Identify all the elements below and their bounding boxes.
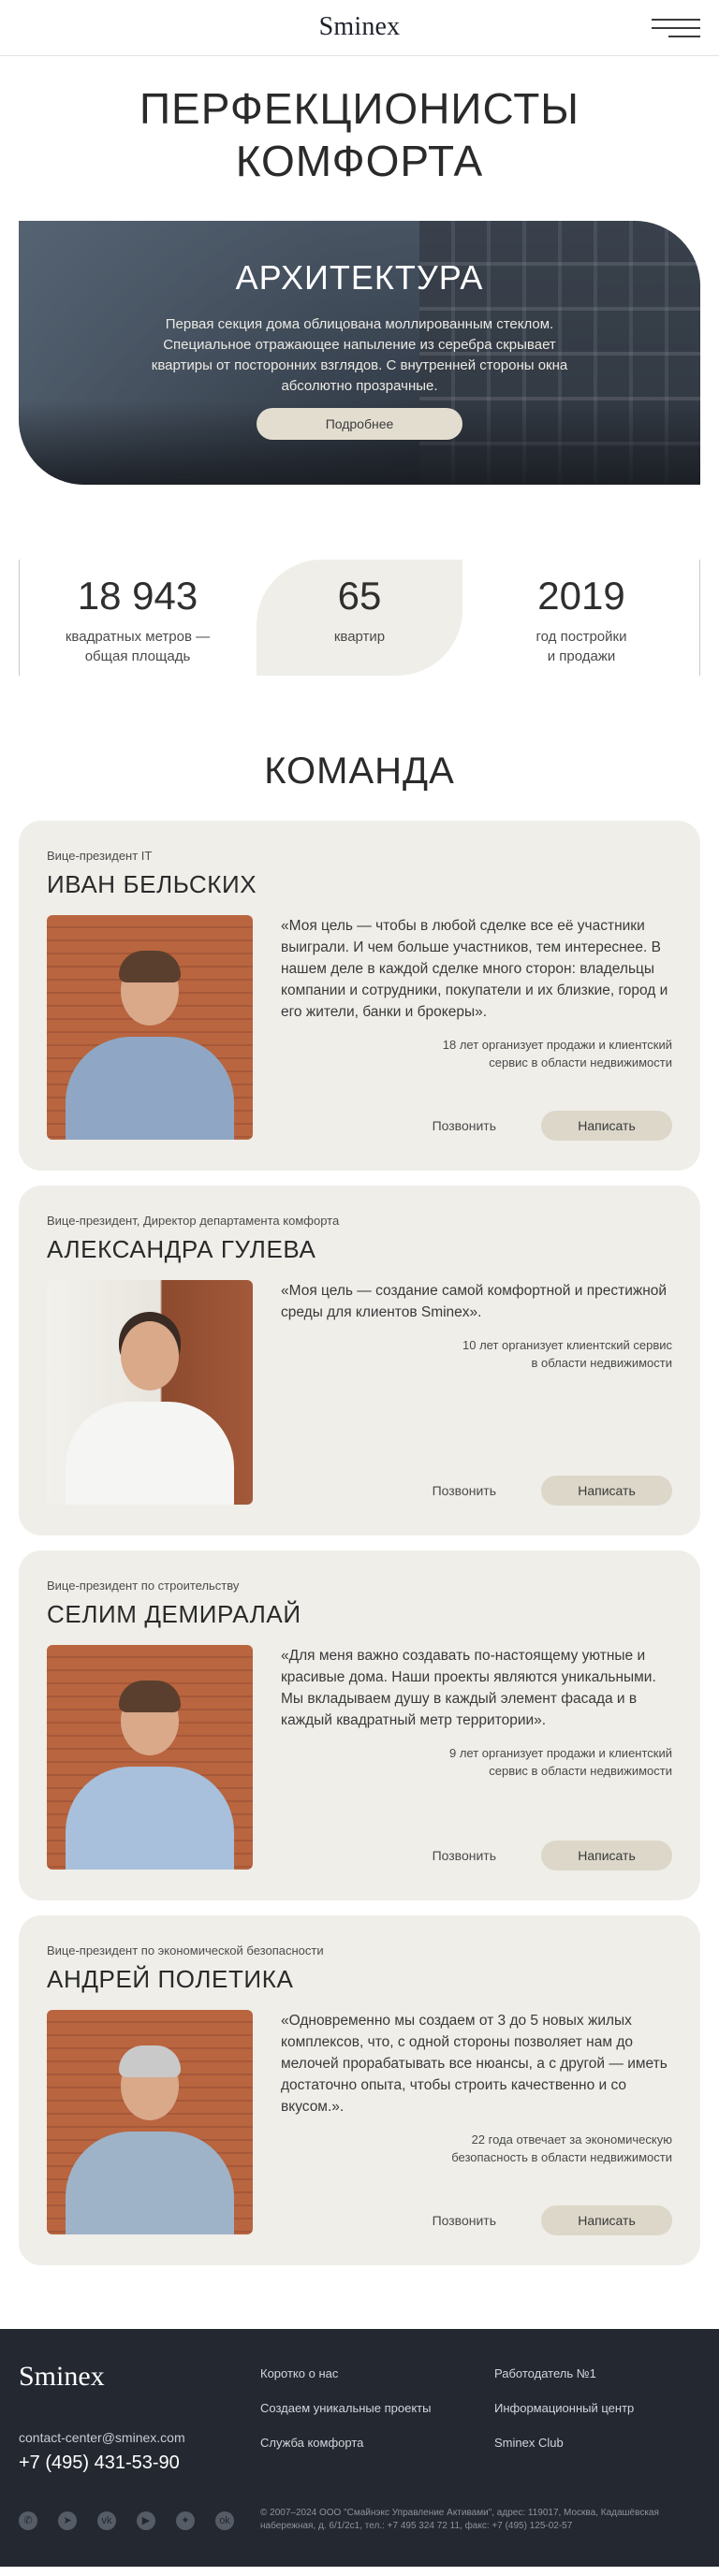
page-title: ПЕРФЕКЦИОНИСТЫ КОМФОРТА [0, 82, 719, 187]
member-photo [47, 915, 253, 1140]
telegram-icon[interactable]: ➤ [58, 2511, 77, 2530]
footer-nav-column: Работодатель №1 Информационный центр Smi… [494, 2366, 634, 2470]
member-role: Вице-президент по экономической безопасн… [47, 1943, 324, 1957]
stats-block: 18 943 квадратных метров — общая площадь… [19, 560, 700, 676]
member-name: СЕЛИМ ДЕМИРАЛАЙ [47, 1600, 301, 1628]
member-experience: 9 лет организует продажи и клиентский [449, 1746, 672, 1760]
member-experience: 18 лет организует продажи и клиентский [442, 1038, 672, 1052]
architecture-hero: АРХИТЕКТУРА Первая секция дома облицован… [19, 221, 700, 485]
member-photo [47, 2010, 253, 2234]
footer-link-projects[interactable]: Создаем уникальные проекты [260, 2401, 431, 2415]
member-photo [47, 1280, 253, 1505]
ok-icon[interactable]: ok [215, 2511, 234, 2530]
stat-apartments: 65 квартир [257, 560, 462, 676]
stat-label: и продажи [547, 648, 616, 664]
footer-email-link[interactable]: contact-center@sminex.com [19, 2430, 185, 2445]
page-title-line-1: ПЕРФЕКЦИОНИСТЫ [139, 84, 580, 133]
stat-label: квартир [333, 629, 386, 645]
divider [19, 560, 20, 676]
member-quote: «Моя цель — создание самой комфортной и … [281, 1283, 668, 1320]
social-links: ✆ ➤ vk ▶ ✦ ok [19, 2511, 255, 2530]
stat-label: общая площадь [84, 648, 191, 664]
member-name: АЛЕКСАНДРА ГУЛЕВА [47, 1235, 316, 1263]
footer-logo[interactable]: Sminex [19, 2361, 105, 2393]
stat-label: год постройки [536, 629, 627, 645]
vk-icon[interactable]: vk [97, 2511, 116, 2530]
write-button[interactable]: Написать [541, 1841, 672, 1870]
call-button[interactable]: Позвонить [433, 1118, 496, 1133]
logo[interactable]: Sminex [0, 12, 719, 42]
member-experience: сервис в области недвижимости [489, 1764, 672, 1778]
stat-area: 18 943 квадратных метров — общая площадь [19, 560, 257, 676]
member-role: Вице-президент IT [47, 849, 153, 863]
member-photo [47, 1645, 253, 1870]
site-header: Sminex [0, 0, 719, 56]
member-quote: «Одновременно мы создаем от 3 до 5 новых… [281, 2013, 668, 2115]
member-experience: сервис в области недвижимости [489, 1055, 672, 1070]
member-quote: «Для меня важно создавать по-настоящему … [281, 1648, 656, 1728]
stat-year: 2019 год постройки и продажи [462, 560, 700, 676]
stat-number: 18 943 [77, 574, 198, 618]
stat-number: 2019 [537, 574, 625, 618]
member-quote: «Моя цель — чтобы в любой сделке все её … [281, 918, 668, 1020]
member-role: Вице-президент по строительству [47, 1579, 240, 1593]
footer-link-about[interactable]: Коротко о нас [260, 2366, 431, 2380]
team-title: КОМАНДА [264, 750, 455, 792]
member-name: ИВАН БЕЛЬСКИХ [47, 870, 257, 898]
call-button[interactable]: Позвонить [433, 2213, 496, 2228]
whatsapp-icon[interactable]: ✆ [19, 2511, 37, 2530]
hero-title: АРХИТЕКТУРА [235, 258, 484, 297]
write-button[interactable]: Написать [541, 1476, 672, 1506]
member-experience: в области недвижимости [531, 1356, 672, 1370]
call-button[interactable]: Позвонить [433, 1848, 496, 1863]
youtube-icon[interactable]: ▶ [137, 2511, 155, 2530]
site-footer: Sminex contact-center@sminex.com +7 (495… [0, 2329, 719, 2567]
member-role: Вице-президент, Директор департамента ко… [47, 1214, 340, 1228]
burger-menu-icon[interactable] [652, 17, 700, 39]
stat-number: 65 [337, 574, 382, 618]
dzen-icon[interactable]: ✦ [176, 2511, 195, 2530]
write-button[interactable]: Написать [541, 2205, 672, 2235]
footer-link-employer[interactable]: Работодатель №1 [494, 2366, 634, 2380]
footer-link-club[interactable]: Sminex Club [494, 2436, 634, 2450]
legal-text: © 2007–2024 ООО "Смайнэкс Управление Акт… [260, 2508, 659, 2531]
call-button[interactable]: Позвонить [433, 1483, 496, 1498]
member-experience: 22 года отвечает за экономическую [471, 2132, 672, 2147]
member-name: АНДРЕЙ ПОЛЕТИКА [47, 1965, 294, 1993]
more-button[interactable]: Подробнее [257, 408, 462, 440]
member-experience: 10 лет организует клиентский сервис [462, 1338, 672, 1352]
write-button[interactable]: Написать [541, 1111, 672, 1141]
page-title-line-2: КОМФОРТА [235, 137, 484, 185]
team-list: Вице-президент IT ИВАН БЕЛЬСКИХ «Моя цел… [19, 821, 700, 2265]
team-card: Вице-президент IT ИВАН БЕЛЬСКИХ «Моя цел… [19, 821, 700, 1171]
member-experience: безопасность в области недвижимости [451, 2150, 672, 2164]
team-card: Вице-президент по строительству СЕЛИМ ДЕ… [19, 1550, 700, 1900]
hero-text: Первая секция дома облицована моллирован… [151, 316, 568, 394]
footer-phone-link[interactable]: +7 (495) 431-53-90 [19, 2452, 180, 2474]
footer-link-info-center[interactable]: Информационный центр [494, 2401, 634, 2415]
team-card: Вице-президент, Директор департамента ко… [19, 1186, 700, 1535]
team-card: Вице-президент по экономической безопасн… [19, 1915, 700, 2265]
divider [699, 560, 700, 676]
footer-link-comfort[interactable]: Служба комфорта [260, 2436, 431, 2450]
stat-label: квадратных метров — [65, 629, 211, 645]
footer-nav-column: Коротко о нас Создаем уникальные проекты… [260, 2366, 431, 2470]
